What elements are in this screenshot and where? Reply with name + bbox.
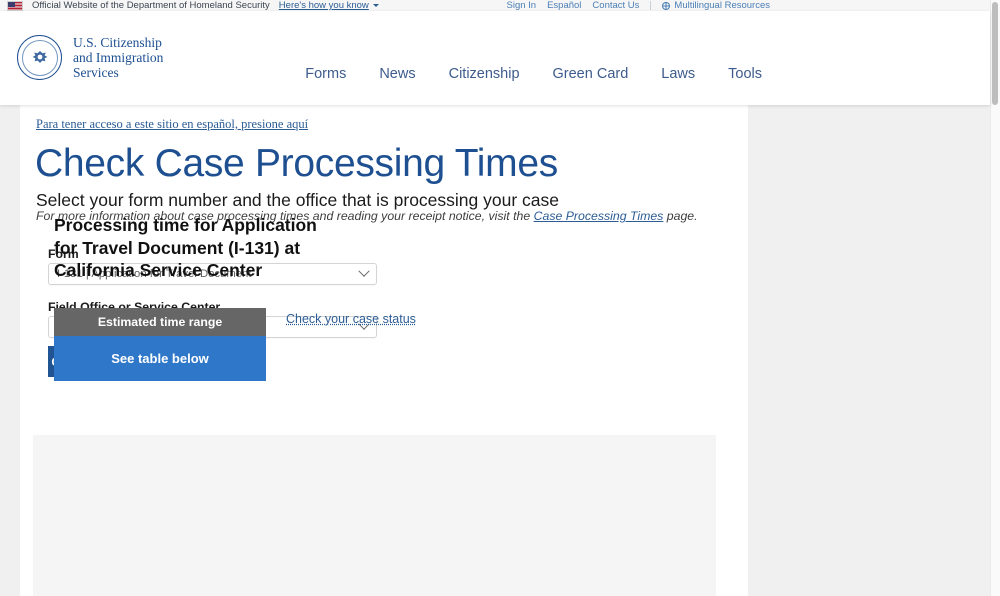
results-heading: Processing time for Application for Trav…	[54, 215, 317, 280]
globe-icon	[662, 1, 671, 10]
uscis-logo-text: U.S. Citizenship and Immigration Service…	[73, 35, 163, 80]
logo-line-2: and Immigration	[73, 50, 164, 65]
nav-item-citizenship[interactable]: Citizenship	[449, 66, 520, 82]
divider	[650, 1, 652, 10]
multilingual-label: Multilingual Resources	[674, 0, 770, 11]
check-case-status-link[interactable]: Check your case status	[286, 312, 416, 326]
nav-item-news[interactable]: News	[379, 66, 415, 82]
estimated-time-card-body: See table below	[54, 336, 266, 381]
contact-us-link[interactable]: Contact Us	[592, 0, 639, 11]
vertical-scrollbar-track[interactable]	[990, 0, 1000, 596]
dhs-seal-icon	[17, 35, 62, 80]
chevron-down-icon	[372, 3, 379, 7]
banner-text: Official Website of the Department of Ho…	[32, 0, 270, 11]
spanish-version-link[interactable]: Para tener acceso a este sitio en españo…	[36, 117, 308, 132]
case-processing-times-link[interactable]: Case Processing Times	[534, 209, 664, 223]
uscis-logo[interactable]: U.S. Citizenship and Immigration Service…	[17, 35, 163, 80]
nav-item-laws[interactable]: Laws	[661, 66, 695, 82]
nav-item-tools[interactable]: Tools	[728, 66, 762, 82]
estimated-time-card-header: Estimated time range	[54, 308, 266, 336]
page-area: Para tener acceso a este sitio en españo…	[0, 105, 990, 596]
nav-item-forms[interactable]: Forms	[305, 66, 346, 82]
nav-item-green-card[interactable]: Green Card	[553, 66, 629, 82]
vertical-scrollbar-thumb[interactable]	[992, 2, 998, 105]
site-header: U.S. Citizenship and Immigration Service…	[0, 11, 990, 105]
main-navigation: Forms News Citizenship Green Card Laws T…	[305, 66, 762, 82]
page-subtitle: Select your form number and the office t…	[36, 190, 560, 210]
us-flag-icon	[7, 0, 23, 11]
estimated-time-card: Estimated time range See table below	[54, 308, 266, 381]
government-banner: Official Website of the Department of Ho…	[0, 0, 990, 11]
espanol-link[interactable]: Español	[547, 0, 581, 11]
banner-left-group: Official Website of the Department of Ho…	[0, 0, 379, 11]
page-note-suffix: page.	[663, 209, 698, 223]
page-title: Check Case Processing Times	[35, 142, 558, 185]
eagle-glyph	[32, 50, 47, 63]
banner-right-group: Sign In Español Contact Us Multilingual …	[507, 0, 991, 11]
chevron-down-icon	[358, 265, 370, 277]
how-you-know-link[interactable]: Here's how you know	[279, 0, 379, 11]
logo-line-3: Services	[73, 65, 119, 80]
results-panel	[33, 435, 716, 596]
multilingual-resources-link[interactable]: Multilingual Resources	[662, 0, 770, 11]
logo-line-1: U.S. Citizenship	[73, 35, 162, 50]
how-you-know-label: Here's how you know	[278, 0, 369, 11]
content-card: Para tener acceso a este sitio en españo…	[20, 105, 748, 596]
sign-in-link[interactable]: Sign In	[507, 0, 537, 11]
